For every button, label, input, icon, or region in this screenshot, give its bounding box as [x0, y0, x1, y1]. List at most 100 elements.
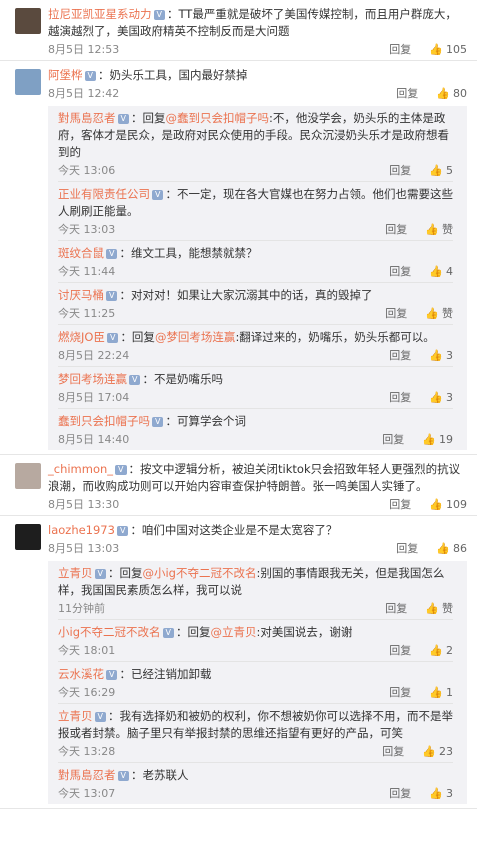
- comment-actions: 回复 👍 4: [389, 262, 453, 282]
- avatar[interactable]: [15, 524, 41, 550]
- like-count: 3: [446, 349, 453, 362]
- mention-link[interactable]: @蠢到只会扣帽子吗: [165, 111, 269, 125]
- comment-actions: 回复 👍 86: [396, 539, 467, 559]
- comment-feed: 拉尼亚凯亚星系动力 V ：TT最严重就是破坏了美国传媒控制，而且用户群庞大，越演越烈…: [0, 0, 477, 809]
- comment-actions: 回复 👍 105: [389, 40, 467, 60]
- timestamp: 今天 16:29: [58, 686, 116, 699]
- like-button[interactable]: 👍 80: [436, 84, 467, 104]
- reply-thread: 對馬島忍者 V ：回复@蠢到只会扣帽子吗:不，他没学会，奶头乐的主体是政府，客体才是…: [48, 106, 467, 450]
- vip-badge-icon: V: [153, 10, 165, 20]
- reply-button[interactable]: 回复: [389, 784, 411, 804]
- like-button[interactable]: 👍 赞: [425, 599, 453, 619]
- like-count: 19: [439, 433, 453, 446]
- comment-text-line: 立青贝 V ：我有选择奶和被奶的权利，你不想被奶你可以选择不用，而不是举报或者封禁。…: [58, 708, 453, 742]
- vip-badge-icon: V: [106, 249, 118, 259]
- reply-item: 小ig不夺二冠不改名 V ：回复@立青贝:对美国说去，谢谢 今天 18:01 回复 👍 2: [58, 620, 453, 662]
- username-link[interactable]: 云水溪花: [58, 667, 104, 681]
- username-link[interactable]: 對馬島忍者: [58, 111, 116, 125]
- reply-button[interactable]: 回复: [389, 346, 411, 366]
- username-link[interactable]: 正业有限责任公司: [58, 187, 150, 201]
- like-button[interactable]: 👍 109: [429, 495, 467, 515]
- reply-button[interactable]: 回复: [396, 539, 418, 559]
- username-link[interactable]: 燃烧JO臣: [58, 330, 105, 344]
- vip-badge-icon: V: [106, 291, 118, 301]
- comment-text-line: 燃烧JO臣 V ：回复@梦回考场连赢:翻译过来的，奶嘴乐，奶头乐都可以。: [58, 329, 453, 346]
- mention-link[interactable]: @小ig不夺二冠不改名: [142, 566, 256, 580]
- username-link[interactable]: 對馬島忍者: [58, 768, 116, 782]
- comment-text: :对美国说去，谢谢: [256, 625, 353, 639]
- mention-link[interactable]: @梦回考场连赢: [155, 330, 236, 344]
- like-button[interactable]: 👍 3: [429, 784, 453, 804]
- vip-badge-icon: V: [117, 114, 129, 124]
- thumbs-up-icon: 👍: [425, 223, 439, 236]
- username-link[interactable]: laozhe1973: [48, 523, 115, 537]
- comment-actions: 回复 👍 1: [389, 683, 453, 703]
- avatar[interactable]: [15, 69, 41, 95]
- username-link[interactable]: 拉尼亚凯亚星系动力: [48, 7, 152, 21]
- like-button[interactable]: 👍 4: [429, 262, 453, 282]
- username-link[interactable]: 立青贝: [58, 709, 93, 723]
- like-button[interactable]: 👍 赞: [425, 304, 453, 324]
- comment-meta: 8月5日 13:03 回复 👍 86: [48, 539, 467, 559]
- username-link[interactable]: _chimmon_: [48, 462, 113, 476]
- comment-actions: 回复 👍 19: [382, 430, 453, 450]
- comment-text: ：我有选择奶和被奶的权利，你不想被奶你可以选择不用，而不是举报或者封禁。脑子里只…: [58, 709, 453, 740]
- reply-prefix: ：回复: [107, 566, 143, 580]
- reply-button[interactable]: 回复: [385, 599, 407, 619]
- reply-button[interactable]: 回复: [382, 742, 404, 762]
- username-link[interactable]: 蠢到只会扣帽子吗: [58, 414, 150, 428]
- like-button[interactable]: 👍 赞: [425, 220, 453, 240]
- reply-item: 云水溪花 V ：已经注销加卸载 今天 16:29 回复 👍 1: [58, 662, 453, 704]
- reply-item: 斑纹合鼠 V ：维文工具，能想禁就禁？ 今天 11:44 回复 👍 4: [58, 241, 453, 283]
- comment-text: ：维文工具，能想禁就禁？: [119, 246, 258, 260]
- reply-button[interactable]: 回复: [389, 161, 411, 181]
- username-link[interactable]: 阿堡桦: [48, 68, 83, 82]
- reply-button[interactable]: 回复: [385, 220, 407, 240]
- comment-meta: 今天 13:28 回复 👍 23: [58, 742, 453, 762]
- comment-actions: 回复 👍 赞: [385, 304, 453, 324]
- username-link[interactable]: 梦回考场连赢: [58, 372, 127, 386]
- mention-link[interactable]: @立青贝: [210, 625, 256, 639]
- avatar[interactable]: [15, 463, 41, 489]
- like-count: 1: [446, 686, 453, 699]
- comment-text: ：已经注销加卸载: [119, 667, 212, 681]
- like-button[interactable]: 👍 1: [429, 683, 453, 703]
- timestamp: 今天 11:25: [58, 307, 116, 320]
- comment-meta: 今天 13:06 回复 👍 5: [58, 161, 453, 181]
- username-link[interactable]: 立青贝: [58, 566, 93, 580]
- like-button[interactable]: 👍 2: [429, 641, 453, 661]
- avatar[interactable]: [15, 8, 41, 34]
- timestamp: 今天 13:03: [58, 223, 116, 236]
- reply-button[interactable]: 回复: [382, 430, 404, 450]
- username-link[interactable]: 斑纹合鼠: [58, 246, 104, 260]
- reply-button[interactable]: 回复: [389, 641, 411, 661]
- like-button[interactable]: 👍 86: [436, 539, 467, 559]
- reply-button[interactable]: 回复: [389, 388, 411, 408]
- thumbs-up-icon: 👍: [425, 307, 439, 320]
- reply-button[interactable]: 回复: [389, 40, 411, 60]
- like-count: 23: [439, 745, 453, 758]
- username-link[interactable]: 小ig不夺二冠不改名: [58, 625, 161, 639]
- like-button[interactable]: 👍 105: [429, 40, 467, 60]
- timestamp: 今天 13:07: [58, 787, 116, 800]
- like-button[interactable]: 👍 3: [429, 346, 453, 366]
- reply-button[interactable]: 回复: [389, 262, 411, 282]
- comment-text-line: laozhe1973 V ：咱们中国对这类企业是不是太宽容了？: [48, 522, 467, 539]
- like-count: 80: [453, 87, 467, 100]
- like-button[interactable]: 👍 23: [422, 742, 453, 762]
- comment-meta: 8月5日 14:40 回复 👍 19: [58, 430, 453, 450]
- like-button[interactable]: 👍 3: [429, 388, 453, 408]
- reply-button[interactable]: 回复: [396, 84, 418, 104]
- comment-text-line: 阿堡桦 V ：奶头乐工具，国内最好禁掉: [48, 67, 467, 84]
- username-link[interactable]: 讨厌马桶: [58, 288, 104, 302]
- comment-text: ：可算学会个词: [165, 414, 246, 428]
- timestamp: 8月5日 14:40: [58, 433, 130, 446]
- reply-button[interactable]: 回复: [389, 683, 411, 703]
- reply-button[interactable]: 回复: [389, 495, 411, 515]
- like-button[interactable]: 👍 19: [422, 430, 453, 450]
- reply-button[interactable]: 回复: [385, 304, 407, 324]
- thumbs-up-icon: 👍: [429, 391, 443, 404]
- like-button[interactable]: 👍 5: [429, 161, 453, 181]
- comment-actions: 回复 👍 赞: [385, 220, 453, 240]
- timestamp: 8月5日 12:53: [48, 43, 120, 56]
